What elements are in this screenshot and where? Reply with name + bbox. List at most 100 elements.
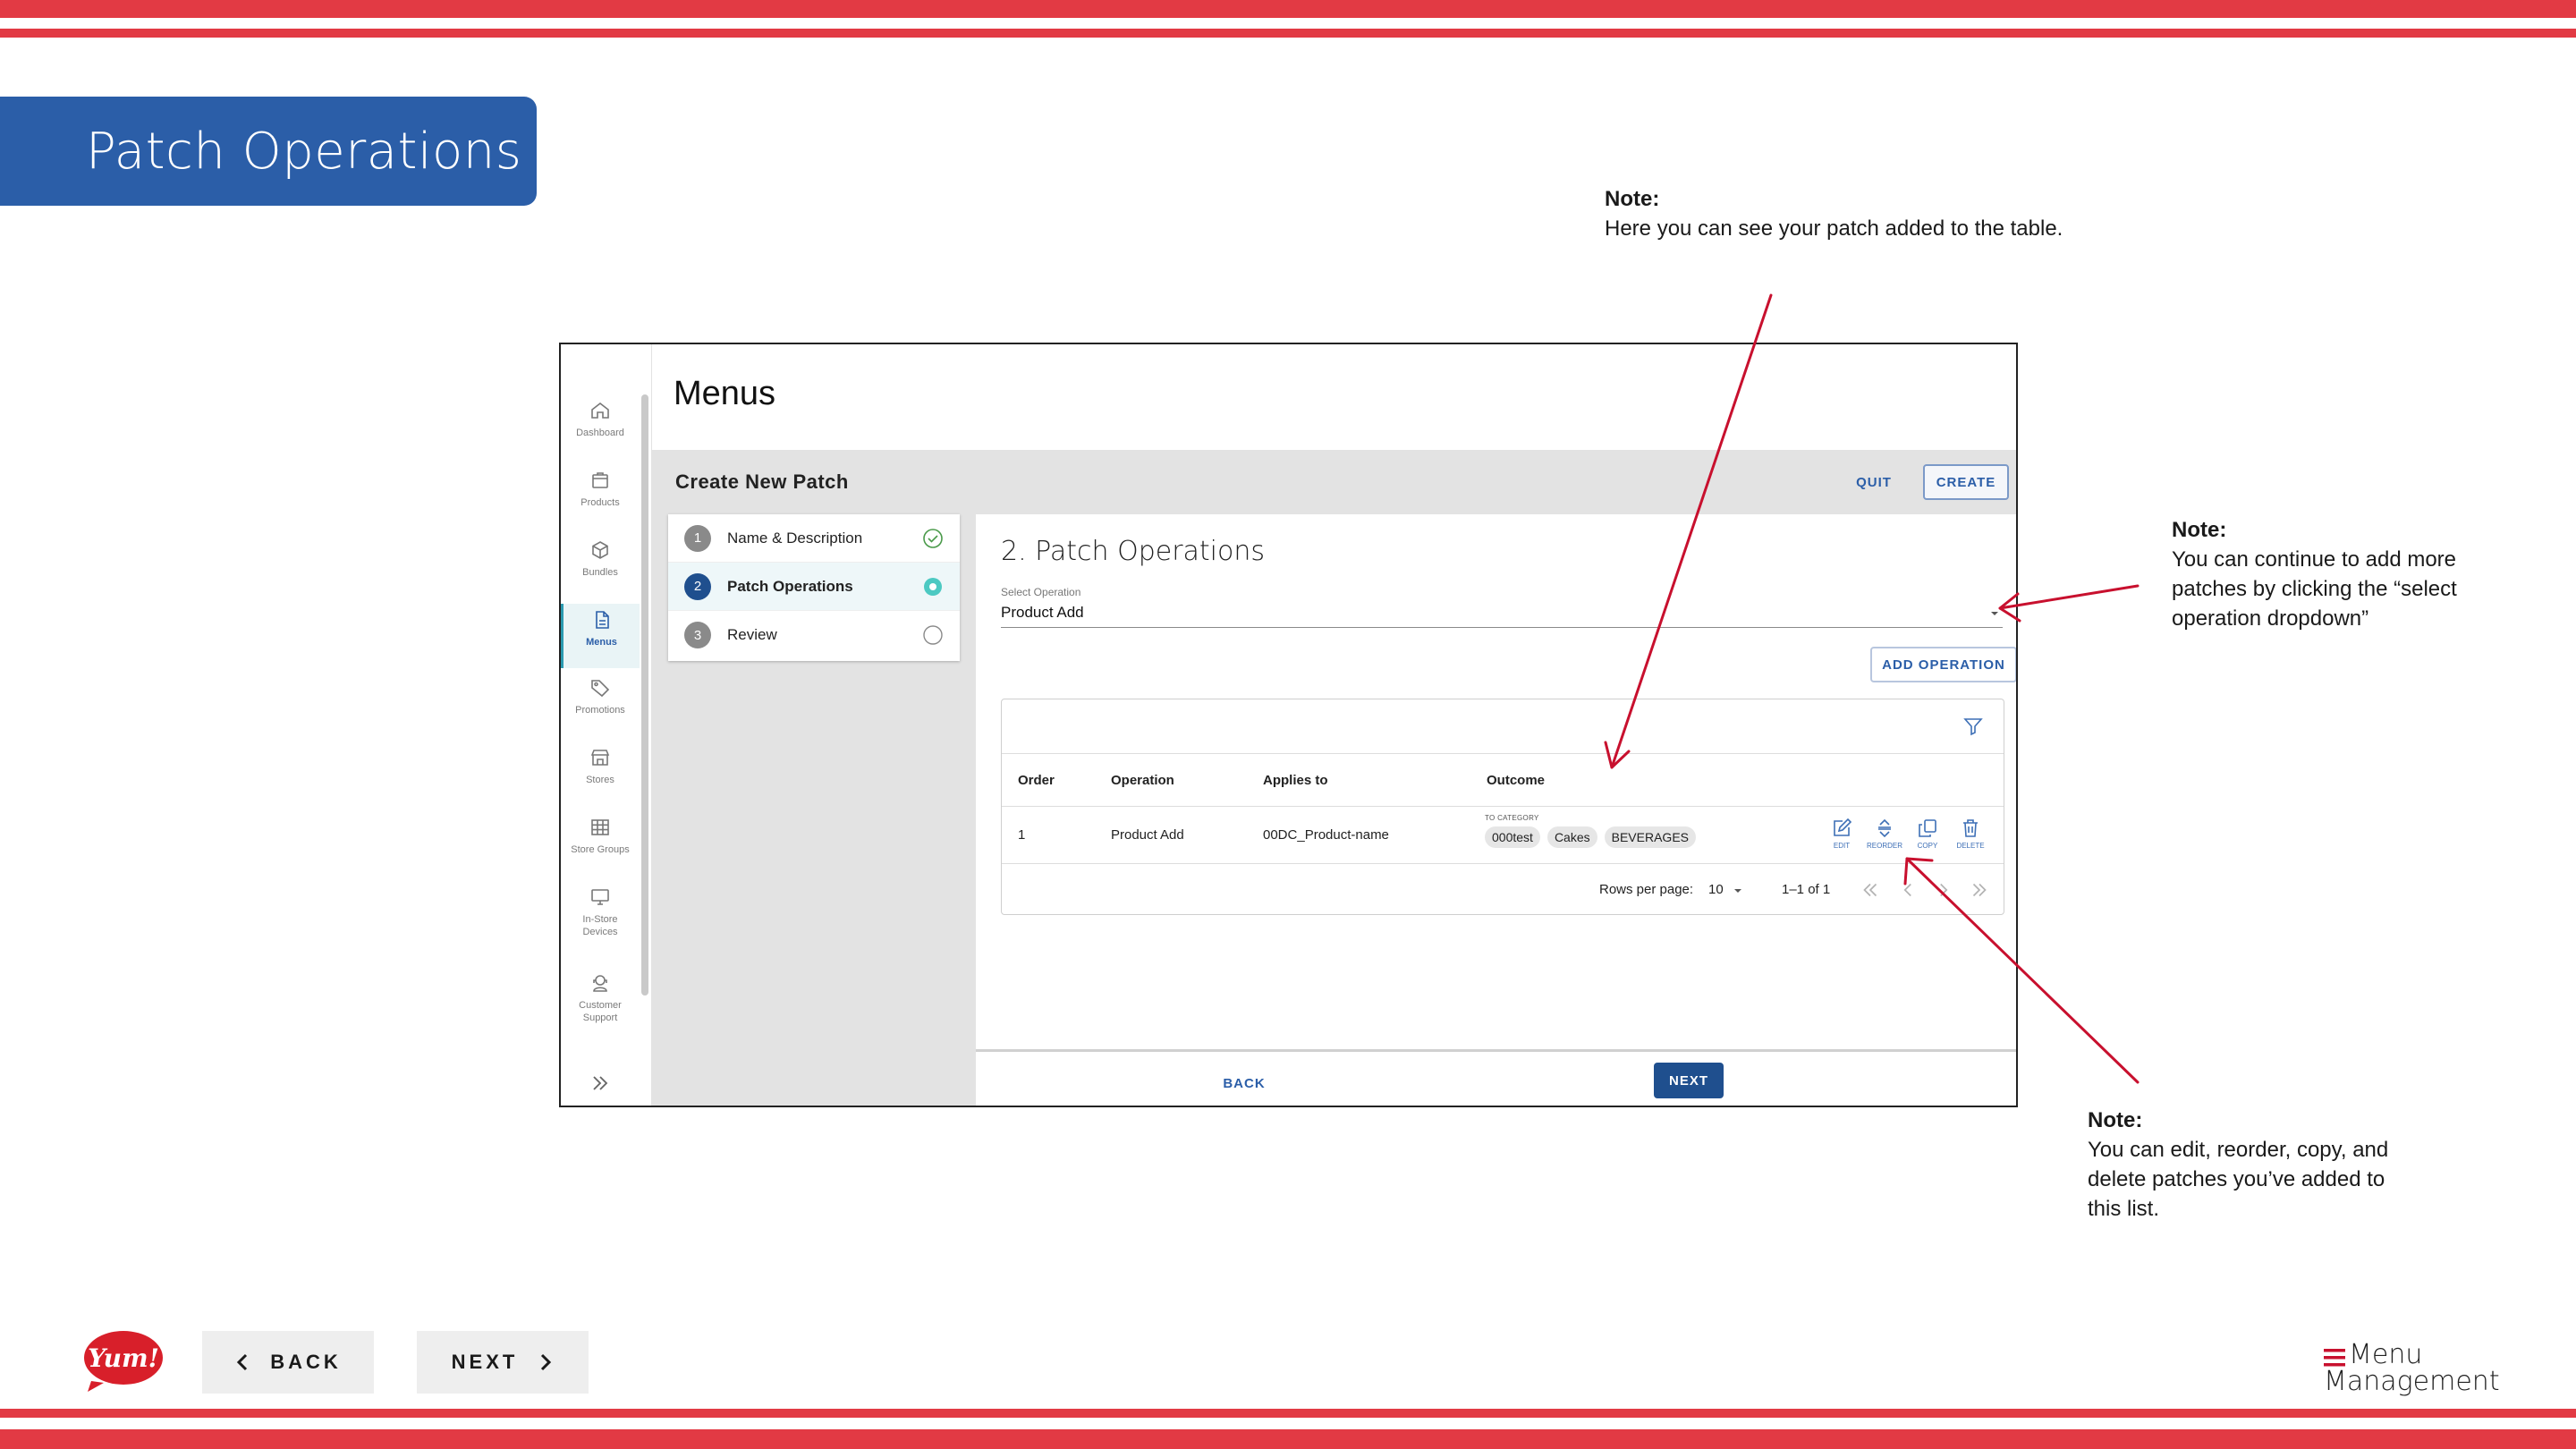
bottom-stripe-outer (0, 1429, 2576, 1449)
wizard-footer: BACK NEXT (976, 1049, 2016, 1106)
create-patch-title: Create New Patch (675, 470, 849, 493)
column-header-operation[interactable]: Operation (1111, 754, 1174, 806)
sidebar-item-in-store-devices[interactable]: In-Store Devices (561, 886, 640, 938)
sidebar-item-dashboard[interactable]: Dashboard (561, 400, 640, 439)
note-line: delete patches you’ve added to (2088, 1167, 2385, 1191)
edit-button[interactable]: EDIT (1825, 818, 1859, 850)
logo-text-menu: Menu (2349, 1339, 2423, 1370)
cube-icon (592, 541, 608, 559)
slide-back-button[interactable]: BACK (202, 1331, 374, 1394)
category-chip: Cakes (1546, 826, 1597, 848)
sidebar: Dashboard Products Bundles Menus Promoti… (561, 344, 652, 1106)
step-name-description[interactable]: 1 Name & Description (668, 514, 960, 563)
step-number: 3 (684, 622, 711, 648)
last-page-icon[interactable] (1968, 878, 1991, 902)
top-stripe-inner (0, 29, 2576, 38)
sidebar-item-label: Stores (586, 775, 614, 785)
category-chip: 000test (1485, 826, 1540, 848)
logo-text-management: Management (2324, 1366, 2500, 1397)
reorder-icon (1878, 818, 1891, 838)
copy-button[interactable]: COPY (1911, 818, 1945, 850)
column-header-order[interactable]: Order (1018, 754, 1055, 806)
monitor-icon (591, 889, 609, 905)
table-row[interactable]: 1 Product Add 00DC_Product-name TO CATEG… (1002, 807, 2004, 864)
grid-icon (591, 819, 609, 835)
slide-title: Patch Operations (86, 122, 522, 181)
chevron-left-icon (237, 1353, 248, 1371)
copy-icon (1919, 819, 1936, 837)
slide-next-button[interactable]: NEXT (417, 1331, 589, 1394)
reorder-button[interactable]: REORDER (1867, 818, 1903, 850)
note-heading: Note: (2172, 518, 2227, 542)
column-header-applies-to[interactable]: Applies to (1263, 754, 1328, 806)
cell-order: 1 (1018, 827, 1026, 843)
note-line: You can edit, reorder, copy, and (2088, 1138, 2389, 1162)
next-page-icon[interactable] (1932, 878, 1955, 902)
filter-icon[interactable] (1962, 716, 1984, 737)
sidebar-scrollbar[interactable] (641, 394, 648, 996)
chevron-right-icon (541, 1353, 552, 1371)
outcome-chips: 000test Cakes BEVERAGES (1485, 826, 1696, 848)
table-pagination: Rows per page: 10 1–1 of 1 (1002, 864, 2004, 916)
top-stripe-outer (0, 0, 2576, 18)
caret-down-icon[interactable] (1988, 609, 2001, 618)
sidebar-item-customer-support[interactable]: Customer Support (561, 972, 640, 1024)
select-operation-dropdown[interactable]: Product Add (1001, 604, 1084, 622)
outcome-label: TO CATEGORY (1485, 814, 1539, 822)
sidebar-item-stores[interactable]: Stores (561, 747, 640, 786)
cell-applies-to: 00DC_Product-name (1263, 827, 1389, 843)
sidebar-item-bundles[interactable]: Bundles (561, 539, 640, 579)
trash-icon (1963, 819, 1978, 837)
sidebar-item-promotions[interactable]: Promotions (561, 677, 640, 716)
step-label: Patch Operations (727, 577, 853, 595)
category-chip: BEVERAGES (1604, 826, 1696, 848)
caret-down-icon[interactable] (1733, 887, 1742, 894)
note-table: Note: Here you can see your patch added … (1605, 184, 2063, 243)
menu-management-text: Menu Management (2324, 1342, 2500, 1395)
note-line: this list. (2088, 1197, 2160, 1221)
sidebar-item-store-groups[interactable]: Store Groups (561, 817, 640, 856)
rows-per-page-select[interactable]: 10 (1708, 882, 1724, 897)
pagination-range: 1–1 of 1 (1782, 882, 1831, 897)
wizard-next-button[interactable]: NEXT (1654, 1063, 1724, 1098)
step-patch-operations[interactable]: 2 Patch Operations (668, 563, 960, 611)
bottom-stripe-inner (0, 1409, 2576, 1418)
wizard-back-button[interactable]: BACK (1208, 1068, 1280, 1098)
add-operation-button[interactable]: ADD OPERATION (1870, 647, 2016, 682)
sidebar-item-label: Menus (586, 637, 617, 648)
patch-stepper: 1 Name & Description 2 Patch Operations … (668, 514, 960, 661)
step-number: 1 (684, 524, 711, 552)
box-icon (592, 472, 608, 488)
action-label: COPY (1917, 842, 1938, 850)
note-line: operation dropdown” (2172, 606, 2369, 631)
sidebar-item-label: Promotions (575, 705, 625, 716)
table-header: Order Operation Applies to Outcome (1002, 753, 2004, 807)
first-page-icon[interactable] (1859, 878, 1882, 902)
action-label: DELETE (1956, 842, 1985, 850)
select-operation-label: Select Operation (1001, 586, 1081, 598)
create-button[interactable]: CREATE (1923, 464, 2009, 500)
edit-icon (1834, 818, 1852, 836)
delete-button[interactable]: DELETE (1953, 818, 1987, 850)
step-review[interactable]: 3 Review (668, 611, 960, 659)
previous-page-icon[interactable] (1896, 878, 1919, 902)
arrow-to-dropdown (1998, 584, 2140, 610)
column-header-outcome[interactable]: Outcome (1487, 754, 1545, 806)
expand-sidebar-icon[interactable] (588, 1071, 613, 1096)
action-label: EDIT (1833, 842, 1851, 850)
yum-logo: Yum! (84, 1331, 163, 1392)
quit-button[interactable]: QUIT (1842, 464, 1906, 500)
action-label: REORDER (1867, 842, 1903, 850)
sidebar-item-products[interactable]: Products (561, 470, 640, 509)
sidebar-item-label: Products (580, 497, 620, 508)
sidebar-item-label: Dashboard (576, 428, 624, 438)
yum-logo-text: Yum! (88, 1343, 159, 1373)
menu-management-logo: Menu Management (2324, 1342, 2500, 1395)
rows-per-page-label: Rows per page: (1599, 882, 1694, 897)
note-heading: Note: (1605, 187, 1660, 211)
sidebar-item-menus[interactable]: Menus (561, 604, 640, 668)
note-text: Here you can see your patch added to the… (1605, 216, 2063, 241)
note-dropdown: Note: You can continue to add more patch… (2172, 515, 2457, 633)
tag-icon (591, 680, 610, 698)
document-icon (595, 611, 609, 629)
